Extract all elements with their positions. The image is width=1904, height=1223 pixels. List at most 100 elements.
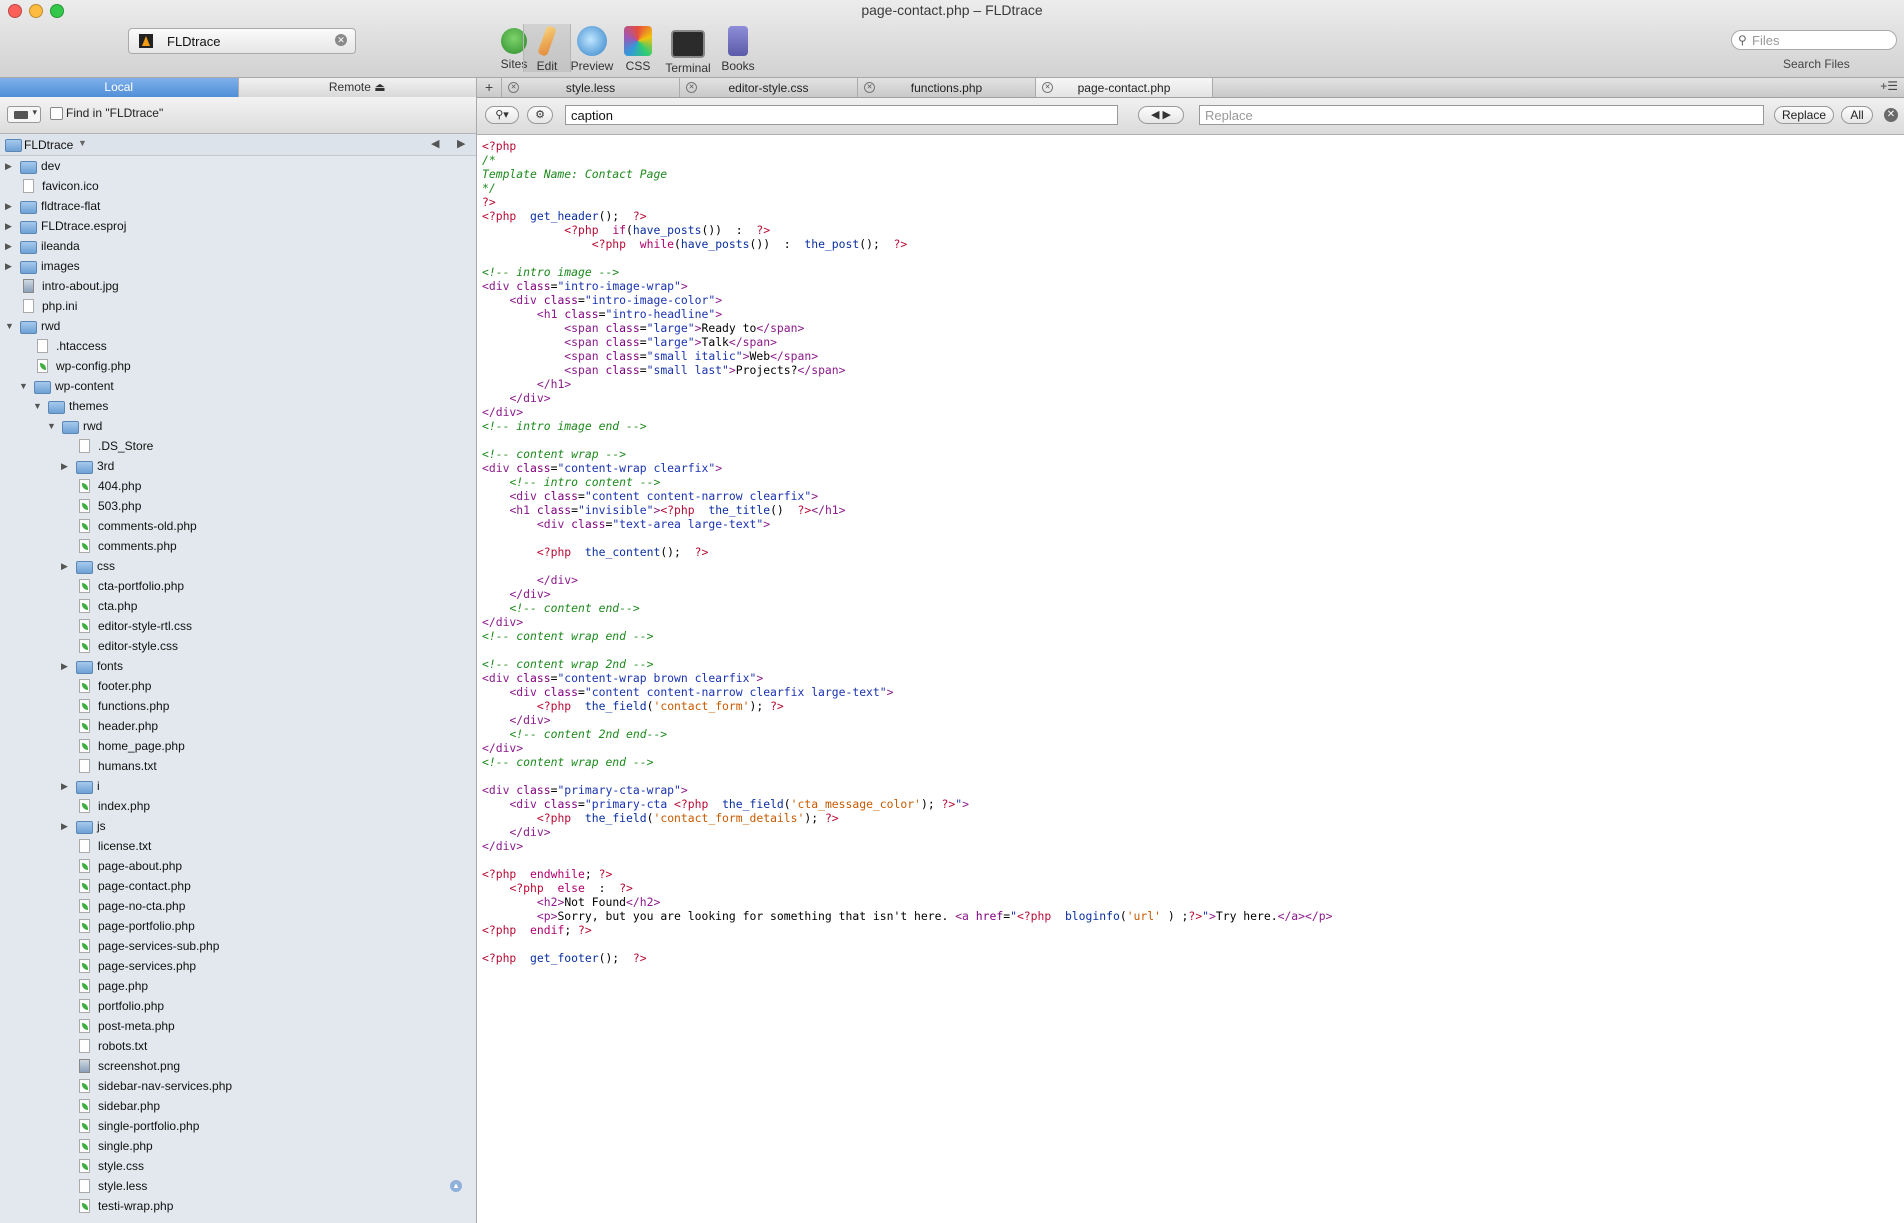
code-line[interactable]: <!-- content end--> [482,601,1332,615]
code-line[interactable]: <div class="primary-cta-wrap"> [482,783,1332,797]
tree-item[interactable]: 404.php [0,476,476,496]
files-search-field[interactable]: ⚲ Files [1731,30,1897,50]
code-line[interactable]: <div class="content content-narrow clear… [482,489,1332,503]
tree-item[interactable]: page-about.php [0,856,476,876]
tab-overflow-menu-icon[interactable]: +☰ [1880,79,1898,93]
code-line[interactable]: ​ [482,643,1332,657]
tree-item[interactable]: favicon.ico [0,176,476,196]
tree-item[interactable]: ▶ images [0,256,476,276]
tree-item[interactable]: cta-portfolio.php [0,576,476,596]
tree-item[interactable]: page-portfolio.php [0,916,476,936]
disclosure-collapsed-icon[interactable]: ▶ [5,241,12,252]
code-line[interactable]: <?php endif; ?> [482,923,1332,937]
code-line[interactable]: <?php get_header(); ?> [482,209,1332,223]
code-line[interactable]: <div class="primary-cta <?php the_field(… [482,797,1332,811]
tab-editor-style-css[interactable]: ✕ editor-style.css [679,78,857,97]
disclosure-collapsed-icon[interactable]: ▶ [61,561,68,572]
code-line[interactable]: ?> [482,195,1332,209]
tab-functions-php[interactable]: ✕ functions.php [857,78,1035,97]
tab-remote[interactable]: Remote ⏏ [237,78,476,97]
tree-item[interactable]: .htaccess [0,336,476,356]
tree-item[interactable]: comments.php [0,536,476,556]
code-line[interactable]: <h1 class="invisible"><?php the_title() … [482,503,1332,517]
site-selector[interactable]: FLDtrace ✕ [128,28,356,54]
code-line[interactable]: <div class="intro-image-color"> [482,293,1332,307]
code-line[interactable]: ​ [482,433,1332,447]
tab-style-less[interactable]: ✕ style.less [501,78,679,97]
tree-item[interactable]: intro-about.jpg [0,276,476,296]
tree-item[interactable]: 503.php [0,496,476,516]
tree-item[interactable]: page-services-sub.php [0,936,476,956]
code-line[interactable]: <div class="content-wrap clearfix"> [482,461,1332,475]
tree-item[interactable]: sidebar.php [0,1096,476,1116]
code-line[interactable]: <!-- content 2nd end--> [482,727,1332,741]
disclosure-expanded-icon[interactable]: ▼ [33,401,42,411]
find-input[interactable] [565,105,1118,125]
search-settings-button[interactable]: ⚙ [527,106,553,124]
tree-item[interactable]: ▶ i [0,776,476,796]
code-editor[interactable]: <?php/* Template Name: Contact Page */?> <?… [477,135,1904,1223]
code-line[interactable]: <?php if(have_posts()) : ?> [482,223,1332,237]
tree-item[interactable]: page-contact.php [0,876,476,896]
tree-item[interactable]: ▼ rwd [0,316,476,336]
back-arrow-icon[interactable]: ◀ [431,137,439,150]
tree-item[interactable]: header.php [0,716,476,736]
tool-books[interactable]: Books [715,26,761,73]
code-line[interactable]: <?php the_field('contact_form'); ?> [482,699,1332,713]
tree-item[interactable]: cta.php [0,596,476,616]
replace-input[interactable] [1199,105,1764,125]
replace-all-button[interactable]: All [1841,106,1873,124]
tree-item[interactable]: testi-wrap.php [0,1196,476,1216]
code-line[interactable]: </h1> [482,377,1332,391]
scroll-to-top-icon[interactable]: ▲ [450,1180,462,1192]
chevron-down-icon[interactable]: ▼ [78,138,87,148]
tree-item[interactable]: screenshot.png [0,1056,476,1076]
disclosure-collapsed-icon[interactable]: ▶ [61,661,68,672]
disclosure-collapsed-icon[interactable]: ▶ [61,461,68,472]
replace-button[interactable]: Replace [1774,106,1834,124]
folder-actions-button[interactable] [7,106,41,123]
disclosure-collapsed-icon[interactable]: ▶ [5,261,12,272]
code-line[interactable]: ​ [482,769,1332,783]
tree-item[interactable]: editor-style.css [0,636,476,656]
code-line[interactable]: </div> [482,741,1332,755]
disclosure-expanded-icon[interactable]: ▼ [5,321,14,331]
code-line[interactable]: <?php while(have_posts()) : the_post(); … [482,237,1332,251]
code-line[interactable]: <?php the_content(); ?> [482,545,1332,559]
tree-item[interactable]: ▶ js [0,816,476,836]
tree-item[interactable]: ▶ ileanda [0,236,476,256]
code-content[interactable]: <?php/* Template Name: Contact Page */?> <?… [482,139,1332,965]
code-line[interactable]: </div> [482,825,1332,839]
code-line[interactable]: <?php else : ?> [482,881,1332,895]
code-line[interactable]: <!-- content wrap end --> [482,629,1332,643]
code-line[interactable]: <h1 class="intro-headline"> [482,307,1332,321]
code-line[interactable]: </div> [482,839,1332,853]
code-line[interactable]: <span class="large">Ready to</span> [482,321,1332,335]
code-line[interactable]: <!-- content wrap 2nd --> [482,657,1332,671]
disclosure-collapsed-icon[interactable]: ▶ [5,221,12,232]
tool-css[interactable]: CSS [615,26,661,73]
path-label[interactable]: FLDtrace [24,138,73,152]
tree-item[interactable]: ▶ css [0,556,476,576]
tool-terminal[interactable]: Terminal [665,26,711,75]
tree-item[interactable]: wp-config.php [0,356,476,376]
tree-item[interactable]: ▶ fldtrace-flat [0,196,476,216]
tree-item[interactable]: ▶ 3rd [0,456,476,476]
code-line[interactable]: <!-- intro image end --> [482,419,1332,433]
code-line[interactable]: <!-- intro image --> [482,265,1332,279]
code-line[interactable]: </div> [482,391,1332,405]
code-line[interactable]: ​ [482,853,1332,867]
code-line[interactable]: ​ [482,251,1332,265]
tree-item[interactable]: sidebar-nav-services.php [0,1076,476,1096]
disclosure-collapsed-icon[interactable]: ▶ [61,781,68,792]
code-line[interactable]: <div class="intro-image-wrap"> [482,279,1332,293]
code-line[interactable]: <?php the_field('contact_form_details');… [482,811,1332,825]
code-line[interactable]: <!-- content wrap end --> [482,755,1332,769]
tree-item[interactable]: editor-style-rtl.css [0,616,476,636]
disclosure-collapsed-icon[interactable]: ▶ [5,201,12,212]
tree-item[interactable]: license.txt [0,836,476,856]
code-line[interactable]: ​ [482,937,1332,951]
code-line[interactable]: <?php [482,139,1332,153]
code-line[interactable]: /* [482,153,1332,167]
code-line[interactable]: </div> [482,615,1332,629]
